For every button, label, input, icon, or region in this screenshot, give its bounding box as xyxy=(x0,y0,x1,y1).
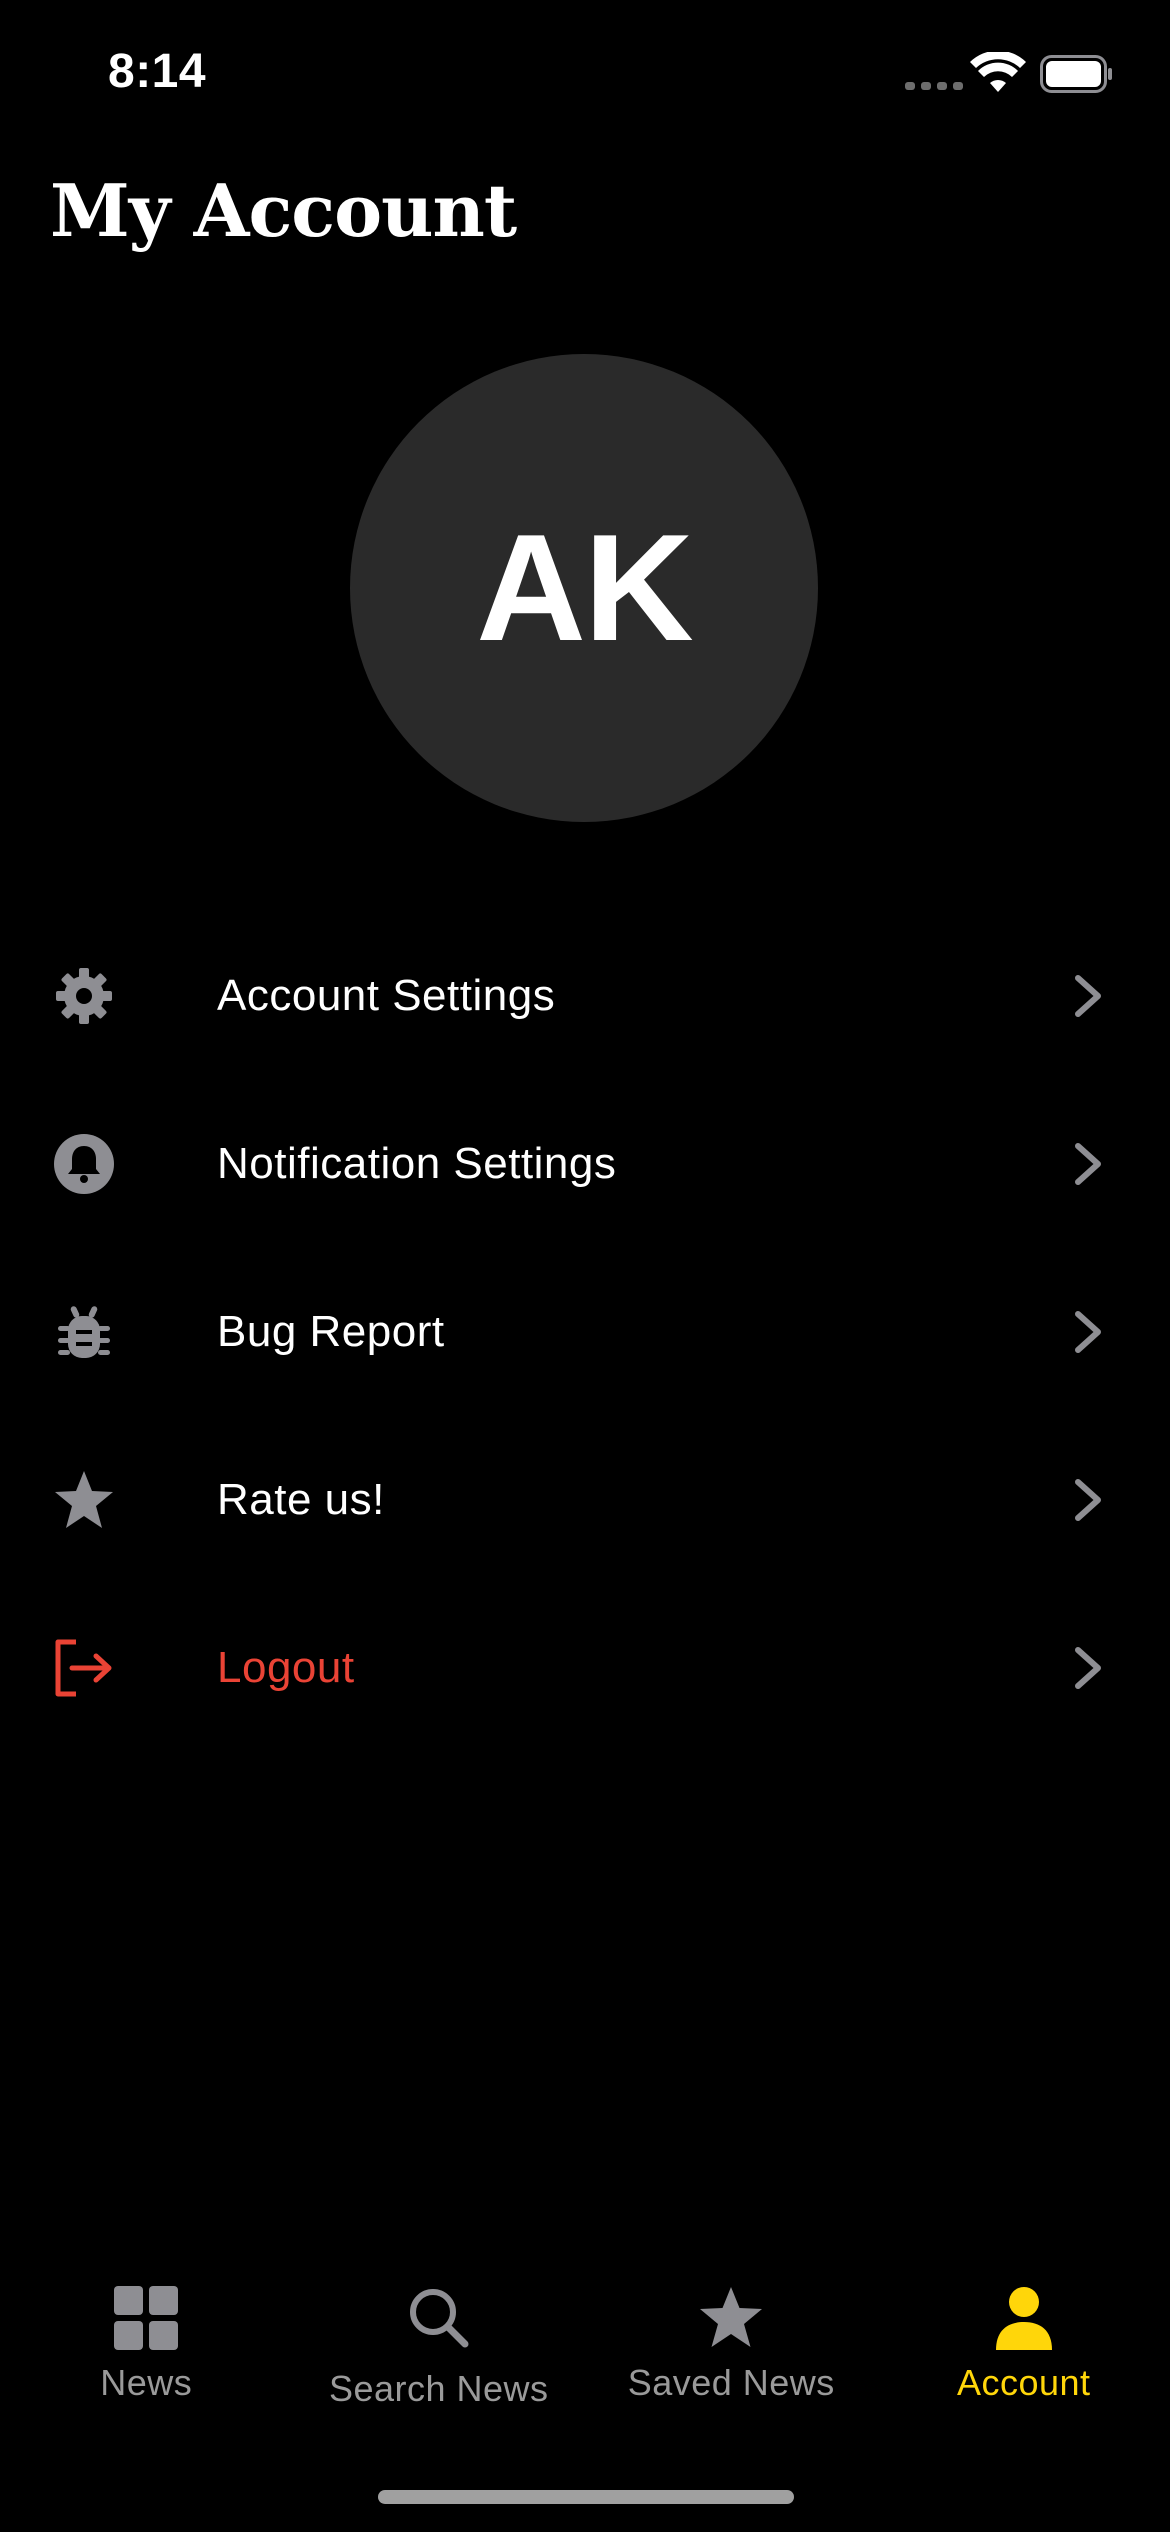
menu-item-account-settings[interactable]: Account Settings xyxy=(0,912,1170,1080)
bug-icon xyxy=(50,1298,118,1366)
home-indicator[interactable] xyxy=(378,2490,794,2504)
menu-item-label: Notification Settings xyxy=(217,1139,617,1188)
tab-bar: News Search News Saved News Account xyxy=(0,2272,1170,2452)
logout-icon xyxy=(50,1634,118,1702)
chevron-right-icon xyxy=(1075,1479,1101,1521)
status-bar: 8:14 xyxy=(0,0,1170,150)
status-time: 8:14 xyxy=(108,45,207,98)
tab-label: News xyxy=(100,2362,193,2403)
avatar[interactable]: AK xyxy=(350,354,818,822)
menu-item-label: Rate us! xyxy=(217,1475,385,1524)
gear-icon xyxy=(50,962,118,1030)
wifi-icon xyxy=(970,52,1026,92)
chevron-right-icon xyxy=(1075,1311,1101,1353)
battery-icon xyxy=(1040,55,1112,93)
menu-item-logout[interactable]: Logout xyxy=(0,1584,1170,1752)
tab-label: Account xyxy=(956,2362,1091,2403)
menu-item-notification-settings[interactable]: Notification Settings xyxy=(0,1080,1170,1248)
menu-item-label: Logout xyxy=(217,1643,355,1692)
chevron-right-icon xyxy=(1075,975,1101,1017)
account-menu: Account Settings Notification Settings B… xyxy=(0,912,1170,1752)
tab-search-news[interactable]: Search News xyxy=(293,2272,586,2452)
star-icon xyxy=(700,2287,763,2347)
chevron-right-icon xyxy=(1075,1143,1101,1185)
tab-news[interactable]: News xyxy=(0,2272,293,2452)
cellular-signal-icon xyxy=(905,82,963,90)
tab-label: Search News xyxy=(328,2368,549,2409)
menu-item-rate-us[interactable]: Rate us! xyxy=(0,1416,1170,1584)
search-icon xyxy=(409,2289,469,2348)
page-title: My Account xyxy=(50,168,517,253)
avatar-initials: AK xyxy=(476,502,694,673)
chevron-right-icon xyxy=(1075,1647,1101,1689)
menu-item-label: Bug Report xyxy=(217,1307,445,1356)
star-icon xyxy=(50,1466,118,1534)
bell-icon xyxy=(50,1130,118,1198)
menu-item-bug-report[interactable]: Bug Report xyxy=(0,1248,1170,1416)
tab-label: Saved News xyxy=(627,2362,835,2403)
tab-account[interactable]: Account xyxy=(878,2272,1170,2452)
grid-icon xyxy=(114,2286,179,2350)
tab-saved-news[interactable]: Saved News xyxy=(585,2272,878,2452)
person-icon xyxy=(995,2287,1052,2350)
menu-item-label: Account Settings xyxy=(217,971,556,1020)
